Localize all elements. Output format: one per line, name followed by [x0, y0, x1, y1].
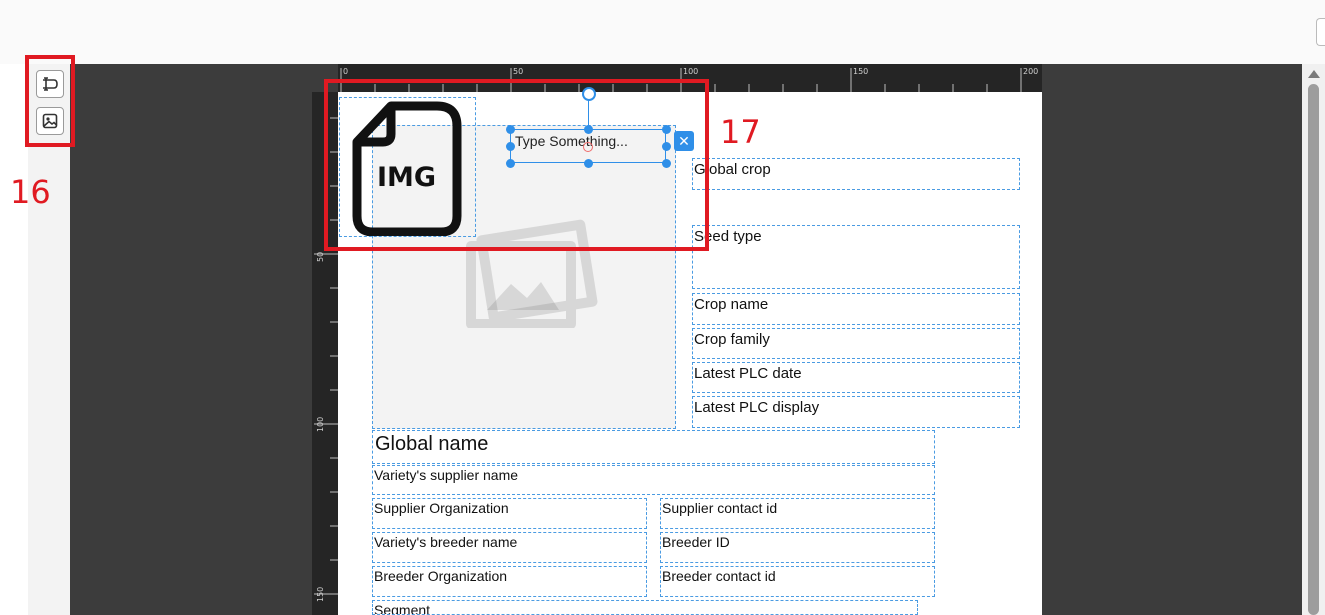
- field-supplier-name-text: Variety's supplier name: [374, 467, 519, 483]
- field-breeder-id-text: Breeder ID: [662, 534, 730, 550]
- field-segment[interactable]: Segment: [372, 600, 918, 615]
- field-crop-name-text: Crop name: [694, 296, 769, 313]
- field-crop-family-text: Crop family: [694, 331, 770, 348]
- top-right-button[interactable]: [1316, 18, 1325, 46]
- scroll-up-arrow-icon[interactable]: [1308, 70, 1320, 78]
- scroll-thumb[interactable]: [1308, 84, 1319, 615]
- field-global-name[interactable]: Global name: [372, 430, 935, 464]
- field-supplier-organization[interactable]: Supplier Organization: [372, 498, 647, 529]
- field-crop-family[interactable]: Crop family: [692, 328, 1020, 359]
- field-seed-type[interactable]: Seed type: [692, 225, 1020, 289]
- field-breeder-name-text: Variety's breeder name: [374, 534, 518, 550]
- ruler-label-100: 100: [683, 67, 699, 76]
- field-supplier-name[interactable]: Variety's supplier name: [372, 465, 935, 495]
- annotation-label-16: 16: [10, 173, 51, 211]
- annotation-box-16: [25, 55, 75, 147]
- field-breeder-id[interactable]: Breeder ID: [660, 532, 935, 563]
- field-latest-plc-display[interactable]: Latest PLC display: [692, 396, 1020, 428]
- field-supplier-contact-id-text: Supplier contact id: [662, 500, 778, 516]
- ruler-label-200: 200: [1023, 67, 1039, 76]
- field-breeder-organization-text: Breeder Organization: [374, 568, 508, 584]
- annotation-label-17: 17: [720, 113, 761, 151]
- field-breeder-contact-id[interactable]: Breeder contact id: [660, 566, 935, 597]
- annotation-box-17: [324, 79, 709, 251]
- field-supplier-contact-id[interactable]: Supplier contact id: [660, 498, 935, 529]
- ruler-label-0: 0: [343, 67, 349, 76]
- field-segment-text: Segment: [374, 602, 431, 615]
- ruler-label-v150: 150: [316, 586, 325, 602]
- field-latest-plc-display-text: Latest PLC display: [694, 399, 820, 416]
- field-global-crop[interactable]: Global crop: [692, 158, 1020, 190]
- ruler-label-50: 50: [513, 67, 524, 76]
- ruler-label-v50: 50: [316, 251, 325, 262]
- top-bar: [0, 0, 1325, 64]
- field-breeder-organization[interactable]: Breeder Organization: [372, 566, 647, 597]
- vertical-scrollbar[interactable]: [1302, 64, 1325, 615]
- field-breeder-name[interactable]: Variety's breeder name: [372, 532, 647, 563]
- ruler-label-150: 150: [853, 67, 869, 76]
- ruler-label-v100: 100: [316, 416, 325, 432]
- field-latest-plc-date[interactable]: Latest PLC date: [692, 362, 1020, 393]
- field-breeder-contact-id-text: Breeder contact id: [662, 568, 776, 584]
- field-global-name-text: Global name: [375, 433, 489, 455]
- field-crop-name[interactable]: Crop name: [692, 293, 1020, 325]
- field-supplier-organization-text: Supplier Organization: [374, 500, 509, 516]
- field-latest-plc-date-text: Latest PLC date: [694, 365, 802, 382]
